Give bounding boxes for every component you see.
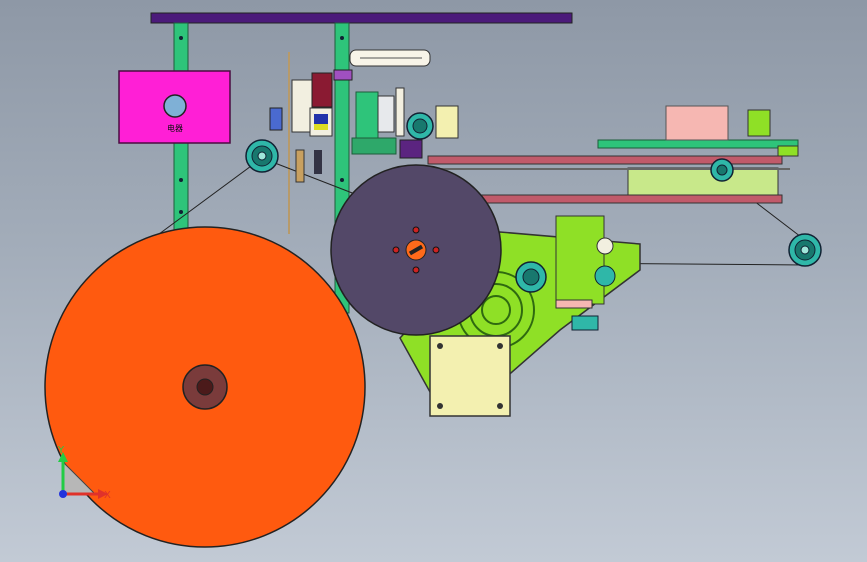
axis-y-label: Y [57,445,65,456]
vertical-rod [288,52,290,234]
control-box: 电器 [118,70,231,144]
cad-assembly-view: 电器 X Y [44,12,822,548]
axis-x-label: X [104,490,111,501]
idler-roller-head [406,112,434,140]
idler-roller-arm [710,158,734,182]
control-box-label: 电器 [167,123,183,133]
control-box-indicator [163,94,187,118]
top-beam [150,12,573,24]
sensor-assembly [269,72,333,183]
idler-roller-far-right [788,233,822,267]
main-reel [44,226,366,548]
drive-disc [330,164,502,336]
drive-motor [429,335,511,417]
conveyor-arm [427,105,799,204]
applicator-head [333,49,459,159]
idler-roller-plate [515,261,547,293]
idler-roller-upper-left [245,139,279,173]
